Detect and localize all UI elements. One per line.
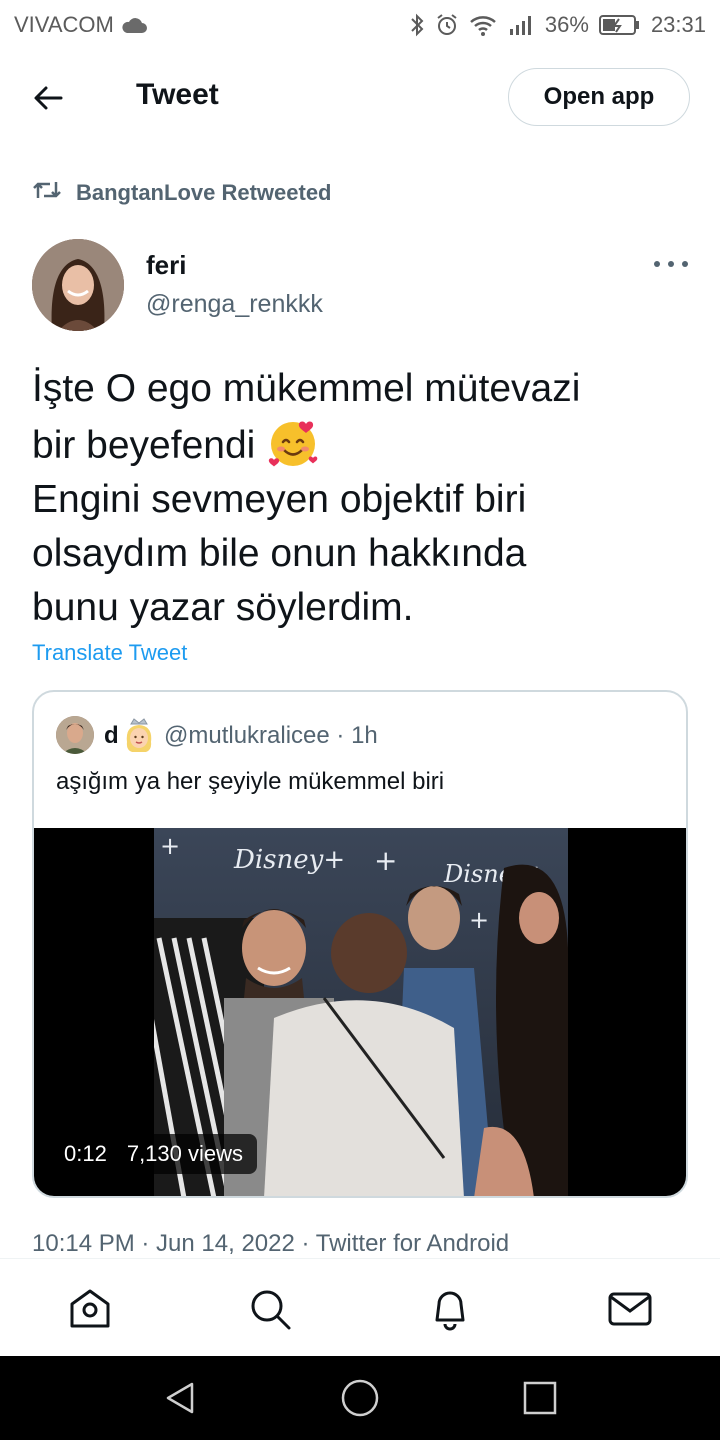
signal-icon [509, 14, 535, 36]
open-app-button[interactable]: Open app [508, 68, 690, 126]
princess-emoji-icon [122, 716, 156, 754]
author-name[interactable]: feri [146, 250, 186, 281]
envelope-icon [608, 1292, 652, 1326]
more-options-button[interactable] [654, 250, 688, 278]
more-dot [654, 261, 660, 267]
tweet-line: olsaydım bile onun hakkında [32, 532, 527, 575]
wifi-icon [469, 13, 499, 37]
status-bar: VIVACOM 36% 23:31 [0, 0, 720, 50]
translate-tweet-link[interactable]: Translate Tweet [32, 640, 187, 666]
notifications-tab[interactable] [426, 1285, 474, 1333]
svg-text:+: + [374, 844, 397, 877]
clock: 23:31 [650, 12, 706, 37]
messages-tab[interactable] [606, 1285, 654, 1333]
square-recents-icon [523, 1381, 557, 1415]
tweet-line: bir beyefendi [32, 424, 256, 467]
page-title: Tweet [136, 78, 219, 111]
battery-percent: 36% [544, 12, 589, 37]
system-nav-bar [0, 1356, 720, 1440]
tweet-line: Engini sevmeyen objektif biri [32, 478, 527, 521]
retweet-context[interactable]: BangtanLove Retweeted [32, 178, 332, 208]
bluetooth-icon [409, 13, 425, 37]
triangle-back-icon [166, 1382, 194, 1414]
search-icon [251, 1290, 291, 1330]
tweet-text: İşte O ego mükemmel mütevazi bir beyefen… [32, 362, 692, 635]
circle-home-icon [341, 1379, 379, 1417]
alarm-icon [435, 13, 459, 37]
author-handle[interactable]: @renga_renkkk [146, 290, 323, 319]
retweeted-by-label: BangtanLove Retweeted [76, 180, 332, 205]
quoted-tweet-text: aşığım ya her şeyiyle mükemmel biri [56, 768, 445, 795]
bell-icon [435, 1291, 465, 1331]
arrow-left-icon [34, 86, 63, 110]
retweet-icon [32, 178, 62, 208]
video-player[interactable]: Disney+ Disney+ + + + 0:12 7,130 views [34, 828, 686, 1196]
smiling-face-with-hearts-icon [266, 416, 320, 470]
home-icon [70, 1289, 110, 1328]
carrier-name: VIVACOM [14, 12, 114, 37]
cloud-icon [120, 16, 148, 34]
author-avatar[interactable] [32, 239, 124, 331]
more-dot [668, 261, 674, 267]
svg-text:+: + [160, 832, 180, 860]
system-home-button[interactable] [340, 1378, 380, 1418]
search-tab[interactable] [246, 1285, 294, 1333]
quoted-tweet-card[interactable]: d @mutlukralicee · 1h aşığım ya her şeyi… [32, 690, 688, 1198]
video-info-badge: 0:12 7,130 views [50, 1134, 258, 1174]
more-dot [682, 261, 688, 267]
home-tab[interactable] [66, 1285, 114, 1333]
system-recents-button[interactable] [520, 1378, 560, 1418]
quoted-author-name[interactable]: d [104, 722, 119, 750]
tweet-line: bunu yazar söylerdim. [32, 586, 414, 629]
bottom-tab-bar [0, 1258, 720, 1356]
tweet-timestamp-source: 10:14 PM · Jun 14, 2022 · Twitter for An… [32, 1230, 510, 1257]
top-app-bar: Tweet Open app [0, 60, 720, 134]
tweet-line-with-emoji: bir beyefendi [32, 416, 692, 473]
battery-icon [598, 14, 641, 36]
tweet-line: İşte O ego mükemmel mütevazi [32, 367, 581, 410]
svg-text:+: + [469, 906, 489, 934]
back-button[interactable] [30, 80, 66, 116]
video-views: 7,130 views [126, 1141, 244, 1166]
system-back-button[interactable] [160, 1378, 200, 1418]
quoted-author-avatar[interactable] [56, 716, 94, 754]
svg-text:Disney+: Disney+ [233, 845, 345, 875]
video-duration: 0:12 [64, 1141, 107, 1166]
quoted-handle-and-time[interactable]: @mutlukralicee · 1h [164, 722, 378, 750]
